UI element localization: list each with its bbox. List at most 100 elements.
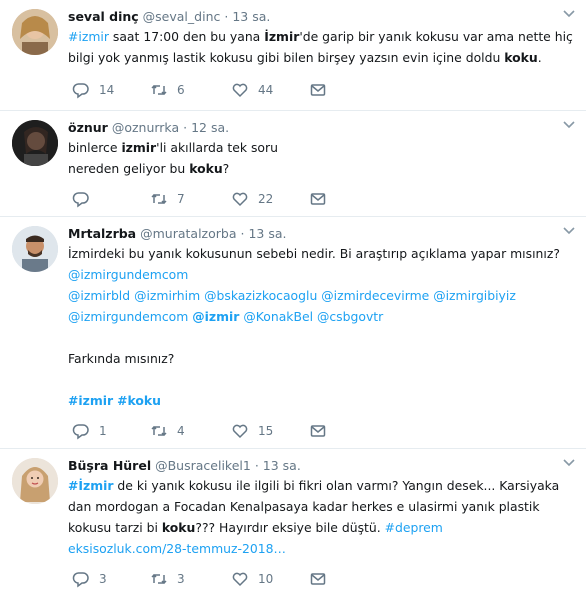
retweet-button[interactable]: 3 (150, 569, 185, 589)
user-handle[interactable]: @Busracelikel1 (155, 458, 251, 473)
user-handle[interactable]: @muratalzorba (140, 226, 236, 241)
tweet-text-line: #izmir saat 17:00 den bu yana İzmir'de g… (68, 26, 573, 47)
text-segment: kokusu tarzi bi (68, 520, 162, 535)
reply-count: 1 (99, 424, 107, 438)
text-segment: nereden geliyor bu (68, 161, 190, 176)
tweet-text-line: nereden geliyor bu koku? (68, 158, 568, 179)
avatar[interactable] (12, 458, 58, 504)
url-link[interactable]: eksisozluk.com/28-temmuz-2018… (68, 541, 286, 556)
like-button[interactable]: 10 (231, 569, 273, 589)
mention-link[interactable]: @izmirgibiyiz (433, 288, 516, 303)
avatar[interactable] (12, 120, 58, 166)
direct-message-button[interactable] (309, 189, 327, 209)
direct-message-button[interactable] (309, 421, 327, 441)
user-name[interactable]: öznur (68, 120, 108, 135)
envelope-icon (310, 573, 326, 585)
chevron-down-icon[interactable] (562, 9, 576, 19)
text-segment: binlerce (68, 140, 122, 155)
text-segment: saat 17:00 den bu yana (108, 29, 265, 44)
envelope-icon (310, 193, 326, 205)
text-segment: . (537, 50, 542, 65)
text-segment: 'de garip bir yanık kokusu var ama nette… (299, 29, 573, 44)
tweet-timestamp[interactable]: 12 sa. (191, 120, 229, 135)
tweet-text: #izmir saat 17:00 den bu yana İzmir'de g… (68, 26, 573, 68)
mention-link[interactable]: @KonakBel (243, 309, 313, 324)
heart-icon (232, 192, 248, 207)
like-button[interactable]: 15 (231, 421, 273, 441)
retweet-button[interactable]: 7 (150, 189, 185, 209)
user-handle[interactable]: @oznurrka (112, 120, 179, 135)
tweet-text-line (68, 369, 568, 390)
tweet[interactable]: Büşra Hürel @Busracelikel1 · 13 sa. #İzm… (0, 449, 586, 596)
tweet-text-line: @izmirbld @izmirhim @bskazizkocaoglu @iz… (68, 285, 568, 306)
hashtag-link[interactable]: #deprem (385, 520, 443, 535)
text-segment: dan mordogan a Focadan Kenalpasaya kadar… (68, 499, 540, 514)
hashtag-link[interactable]: #izmir (68, 29, 109, 44)
tweet-actions: 14 6 44 (68, 80, 338, 100)
avatar[interactable] (12, 9, 58, 55)
text-segment: 'li akıllarda tek soru (156, 140, 278, 155)
chevron-down-icon[interactable] (562, 458, 576, 468)
reply-button[interactable]: 14 (72, 80, 114, 100)
tweet-timestamp[interactable]: 13 sa. (248, 226, 286, 241)
retweet-count: 6 (177, 83, 185, 97)
tweet[interactable]: Mrtalzrba @muratalzorba · 13 sa. İzmirde… (0, 217, 586, 449)
tweet[interactable]: seval dinç @seval_dinc · 13 sa. #izmir s… (0, 0, 586, 111)
separator-dot: · (183, 120, 188, 135)
text-segment: ? (222, 161, 230, 176)
tweet-timestamp[interactable]: 13 sa. (263, 458, 301, 473)
tweet-text-line: eksisozluk.com/28-temmuz-2018… (68, 538, 568, 559)
user-handle[interactable]: @seval_dinc (143, 9, 221, 24)
reply-count: 3 (99, 572, 107, 586)
mention-link[interactable]: @csbgovtr (317, 309, 383, 324)
separator-dot: · (254, 458, 259, 473)
chevron-down-icon[interactable] (562, 120, 576, 130)
like-button[interactable]: 22 (231, 189, 273, 209)
text-segment: Farkında mısınız? (68, 351, 175, 366)
tweet-text-line: dan mordogan a Focadan Kenalpasaya kadar… (68, 496, 568, 517)
retweet-button[interactable]: 6 (150, 80, 185, 100)
reply-icon (72, 192, 89, 208)
hashtag-link[interactable]: #İzmir (68, 478, 113, 493)
tweet[interactable]: öznur @oznurrka · 12 sa. binlerce izmir'… (0, 111, 586, 217)
hashtag-link[interactable]: #izmir (68, 393, 113, 408)
user-name[interactable]: Mrtalzrba (68, 226, 136, 241)
mention-link[interactable]: @izmirbld (68, 288, 130, 303)
tweet-text-line: #İzmir de ki yanık kokusu ile ilgili bi … (68, 475, 568, 496)
reply-button[interactable]: 3 (72, 569, 107, 589)
reply-button[interactable]: 1 (72, 421, 107, 441)
mention-link[interactable]: @izmir (192, 309, 239, 324)
retweet-count: 3 (177, 572, 185, 586)
like-count: 10 (258, 572, 274, 586)
mention-link[interactable]: @izmirdecevirme (321, 288, 429, 303)
text-segment: İzmirdeki bu yanık kokusunun sebebi nedi… (68, 246, 560, 261)
tweet-text: #İzmir de ki yanık kokusu ile ilgili bi … (68, 475, 568, 559)
tweet-text: İzmirdeki bu yanık kokusunun sebebi nedi… (68, 243, 568, 411)
retweet-button[interactable]: 4 (150, 421, 185, 441)
mention-link[interactable]: @bskazizkocaoglu (204, 288, 317, 303)
chevron-down-icon[interactable] (562, 226, 576, 236)
reply-count: 14 (99, 83, 115, 97)
tweet-timestamp[interactable]: 13 sa. (232, 9, 270, 24)
direct-message-button[interactable] (309, 80, 327, 100)
retweet-icon (151, 84, 167, 96)
hashtag-link[interactable]: #koku (117, 393, 161, 408)
mention-link[interactable]: @izmirgundemcom (68, 267, 188, 282)
like-button[interactable]: 44 (231, 80, 273, 100)
direct-message-button[interactable] (309, 569, 327, 589)
tweet-actions: 3 3 10 (68, 569, 338, 589)
retweet-icon (151, 425, 167, 437)
user-name[interactable]: Büşra Hürel (68, 458, 151, 473)
tweet-text: binlerce izmir'li akıllarda tek soru nere… (68, 137, 568, 179)
mention-link[interactable]: @izmirhim (134, 288, 200, 303)
tweet-text-line: binlerce izmir'li akıllarda tek soru (68, 137, 568, 158)
mention-link[interactable]: @izmirgundemcom (68, 309, 188, 324)
tweet-text-line: @izmirgundemcom (68, 264, 568, 285)
retweet-icon (151, 573, 167, 585)
user-name[interactable]: seval dinç (68, 9, 139, 24)
envelope-icon (310, 425, 326, 437)
envelope-icon (310, 84, 326, 96)
avatar[interactable] (12, 226, 58, 272)
reply-button[interactable] (72, 189, 99, 209)
reply-icon (72, 572, 89, 588)
